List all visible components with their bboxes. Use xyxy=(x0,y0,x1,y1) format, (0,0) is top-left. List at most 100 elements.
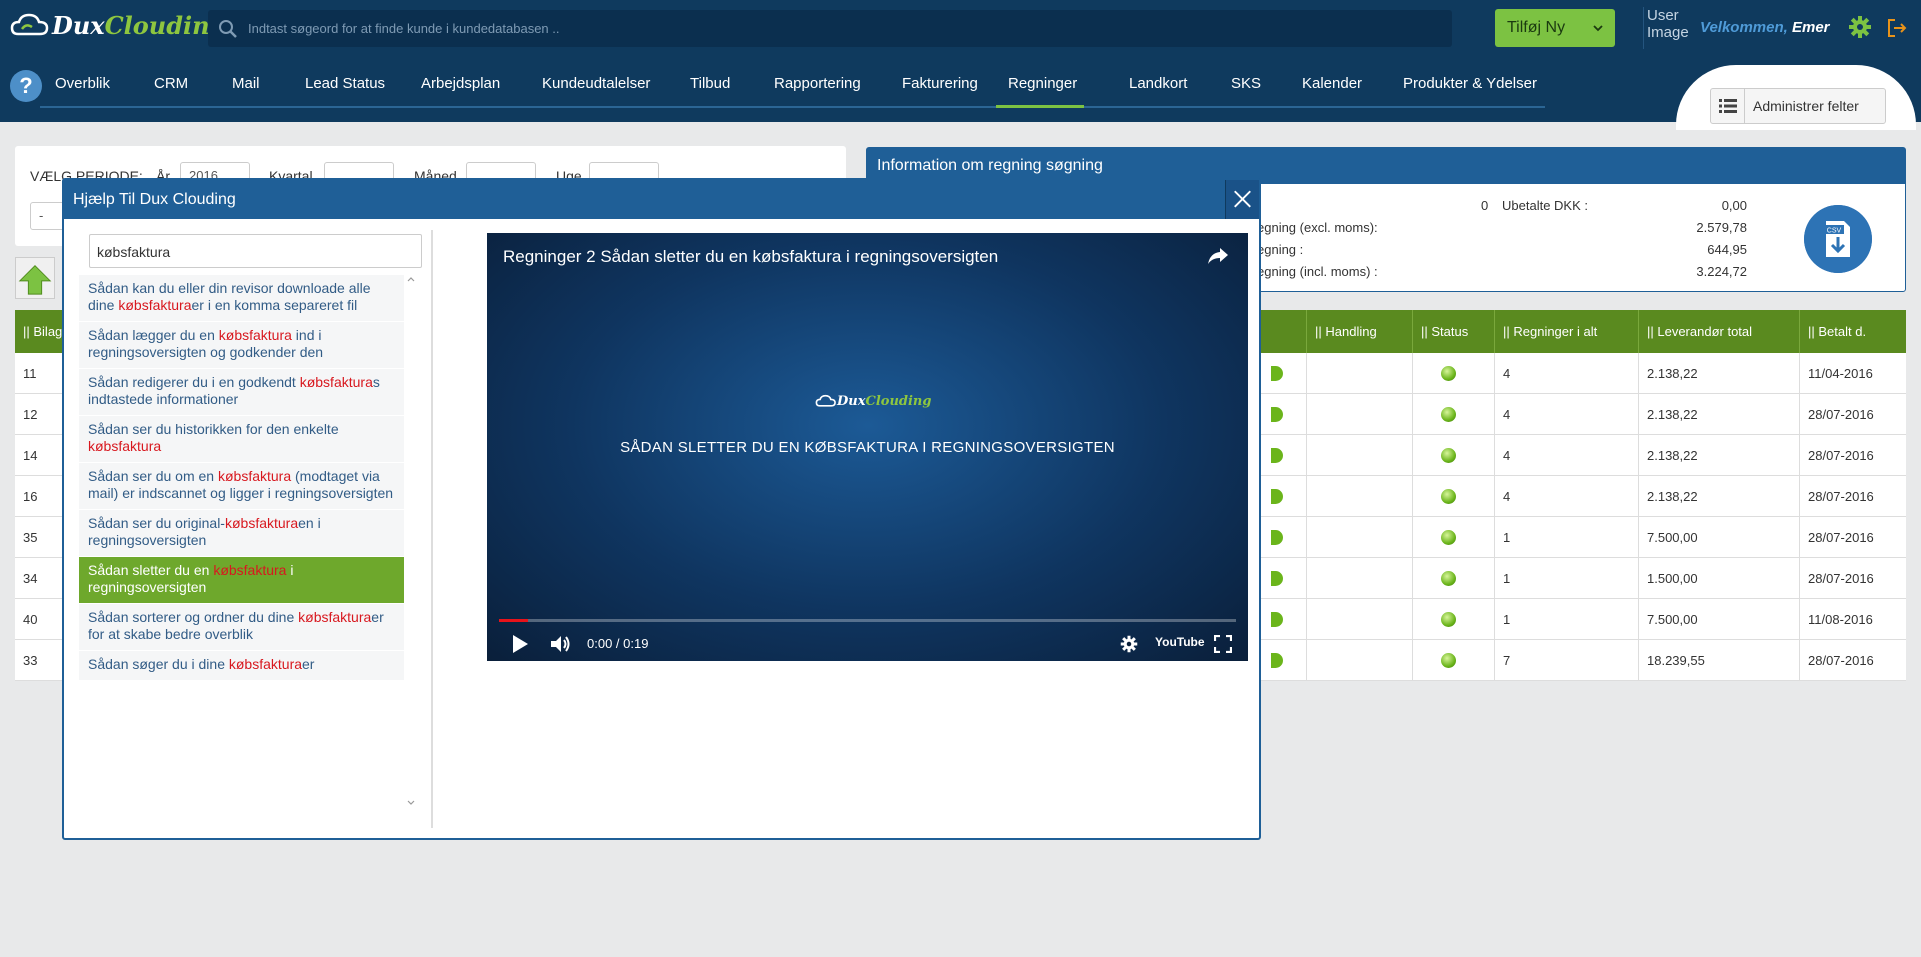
status-ok-icon xyxy=(1441,407,1456,422)
cell-status xyxy=(1412,640,1494,681)
logout-icon[interactable] xyxy=(1886,17,1908,39)
welcome-label: Velkommen, xyxy=(1700,19,1788,36)
cell-bilag: 14 xyxy=(23,448,38,463)
cell-paid: 28/07-2016 xyxy=(1799,517,1906,558)
video-player[interactable]: Regninger 2 Sådan sletter du en købsfakt… xyxy=(487,233,1248,661)
play-icon[interactable] xyxy=(511,634,529,654)
item-keyword: købsfaktura xyxy=(298,609,372,625)
list-item-active[interactable]: Sådan sletter du en købsfaktura i regnin… xyxy=(79,557,404,604)
item-keyword: købsfaktura xyxy=(217,468,292,484)
list-item[interactable]: Sådan ser du historikken for den enkelte… xyxy=(79,416,404,463)
item-text: Sådan lægger du en xyxy=(88,327,219,343)
cell-total: 2.138,22 xyxy=(1638,476,1799,517)
arrow-up-icon[interactable] xyxy=(15,257,55,299)
nav-item-mail[interactable]: Mail xyxy=(232,70,260,108)
nav-item-sks[interactable]: SKS xyxy=(1231,70,1261,108)
nav-item-regninger[interactable]: Regninger xyxy=(996,70,1084,108)
status-indicator xyxy=(1271,571,1283,586)
item-text: Sådan ser du historikken for den enkelte xyxy=(88,421,339,437)
cell-total: 1.500,00 xyxy=(1638,558,1799,599)
csv-download-icon[interactable]: CSV xyxy=(1804,205,1872,273)
cell-handling xyxy=(1306,476,1412,517)
item-text: Sådan redigerer du i en godkendt xyxy=(88,374,300,390)
nav-item-tilbud[interactable]: Tilbud xyxy=(690,70,730,108)
search-icon xyxy=(219,19,237,38)
col-bilag[interactable]: || Bilag xyxy=(15,310,62,353)
col-regninger-i-alt[interactable]: || Regninger i alt xyxy=(1494,310,1638,353)
nav-item-crm[interactable]: CRM xyxy=(154,70,188,108)
nav-item-kundeudtalelser[interactable]: Kundeudtalelser xyxy=(542,70,650,108)
video-progress-bar[interactable] xyxy=(499,619,1236,622)
status-indicator xyxy=(1271,407,1283,422)
status-indicator xyxy=(1271,366,1283,381)
status-ok-icon xyxy=(1441,448,1456,463)
list-item[interactable]: Sådan lægger du en købsfaktura ind i reg… xyxy=(79,322,404,369)
top-header: DuxClouding Indtast søgeord for at finde… xyxy=(0,0,1921,56)
cell-paid: 28/07-2016 xyxy=(1799,394,1906,435)
list-item[interactable]: Sådan ser du om en købsfaktura (modtaget… xyxy=(79,463,404,510)
modal-title: Hjælp Til Dux Clouding xyxy=(64,180,1259,219)
help-modal: Hjælp Til Dux Clouding købsfaktura Sådan… xyxy=(62,178,1261,840)
cell-bilag: 34 xyxy=(23,571,38,586)
item-keyword: købsfaktura xyxy=(213,562,287,578)
nav-item-produkter-ydelser[interactable]: Produkter & Ydelser xyxy=(1403,70,1537,108)
csv-label: CSV xyxy=(1827,228,1842,235)
nav-item-kalender[interactable]: Kalender xyxy=(1302,70,1362,108)
col-status[interactable]: || Status xyxy=(1412,310,1494,353)
video-progress-fill xyxy=(499,619,529,622)
item-keyword: købsfaktura xyxy=(88,438,162,454)
list-item[interactable]: Sådan ser du original-købsfakturaen i re… xyxy=(79,510,404,557)
item-keyword: købsfaktura xyxy=(118,297,192,313)
user-image[interactable]: User Image xyxy=(1643,7,1689,49)
fullscreen-icon[interactable] xyxy=(1214,635,1232,653)
cell-total: 2.138,22 xyxy=(1638,394,1799,435)
nav-item-lead-status[interactable]: Lead Status xyxy=(305,70,385,108)
customer-search-input[interactable]: Indtast søgeord for at finde kunde i kun… xyxy=(208,10,1452,47)
settings-icon[interactable] xyxy=(1120,635,1138,653)
list-icon xyxy=(1711,89,1745,123)
cell-count: 4 xyxy=(1494,435,1638,476)
manage-fields-button[interactable]: Administrer felter xyxy=(1710,88,1886,124)
list-item[interactable]: Sådan redigerer du i en godkendt købsfak… xyxy=(79,369,404,416)
youtube-logo[interactable]: YouTube xyxy=(1155,635,1205,649)
help-search-input[interactable]: købsfaktura xyxy=(89,234,422,268)
status-ok-icon xyxy=(1441,489,1456,504)
share-icon[interactable] xyxy=(1206,245,1230,267)
cell-status xyxy=(1412,476,1494,517)
video-time: 0:00 / 0:19 xyxy=(587,636,649,651)
help-icon[interactable]: ? xyxy=(10,70,42,102)
list-item[interactable]: Sådan kan du eller din revisor downloade… xyxy=(79,275,404,322)
video-title[interactable]: Regninger 2 Sådan sletter du en købsfakt… xyxy=(503,247,998,267)
gear-icon[interactable] xyxy=(1848,15,1872,39)
logo[interactable]: DuxClouding xyxy=(10,8,226,42)
close-icon[interactable] xyxy=(1225,180,1259,219)
search-placeholder: Indtast søgeord for at finde kunde i kun… xyxy=(248,21,560,36)
item-keyword: købsfaktura xyxy=(218,327,292,343)
nav-item-arbejdsplan[interactable]: Arbejdsplan xyxy=(421,70,500,108)
item-keyword: købsfaktura xyxy=(224,515,299,531)
item-text: er xyxy=(302,656,315,672)
welcome-text[interactable]: Velkommen, Emer xyxy=(1700,19,1830,36)
cell-handling xyxy=(1306,558,1412,599)
nav-item-fakturering[interactable]: Fakturering xyxy=(902,70,978,108)
cell-total: 18.239,55 xyxy=(1638,640,1799,681)
list-scrollbar[interactable] xyxy=(404,275,418,807)
add-new-button[interactable]: Tilføj Ny xyxy=(1495,9,1615,47)
nav-item-landkort[interactable]: Landkort xyxy=(1129,70,1187,108)
nav-item-overblik[interactable]: Overblik xyxy=(55,70,110,108)
cell-status xyxy=(1412,558,1494,599)
cell-count: 1 xyxy=(1494,517,1638,558)
cell-count: 4 xyxy=(1494,394,1638,435)
cloud-logo-icon xyxy=(10,13,49,36)
nav-items: Overblik CRM Mail Lead Status Arbejdspla… xyxy=(40,70,1545,108)
list-item[interactable]: Sådan søger du i dine købsfakturaer xyxy=(79,651,404,681)
list-item[interactable]: Sådan sorterer og ordner du dine købsfak… xyxy=(79,604,404,651)
panel-divider xyxy=(431,230,433,828)
volume-icon[interactable] xyxy=(550,634,572,654)
nav-item-rapportering[interactable]: Rapportering xyxy=(774,70,861,108)
cell-total: 2.138,22 xyxy=(1638,435,1799,476)
col-handling[interactable]: || Handling xyxy=(1306,310,1412,353)
chevron-down-icon xyxy=(1593,25,1603,32)
col-betalt[interactable]: || Betalt d. xyxy=(1799,310,1906,353)
col-leverandor-total[interactable]: || Leverandør total xyxy=(1638,310,1799,353)
